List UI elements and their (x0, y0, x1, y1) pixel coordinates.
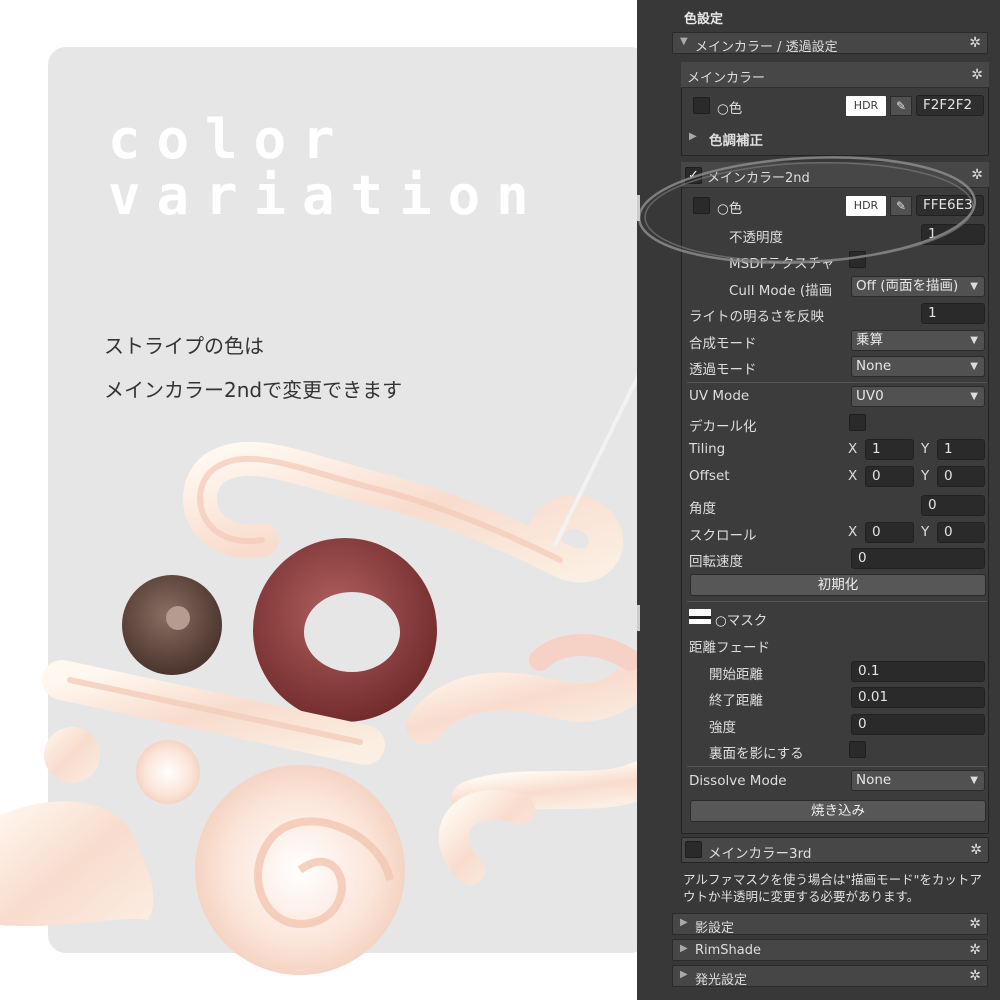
tiling-y-label: Y (921, 441, 930, 457)
alpha-mode-label: 透過モード (689, 362, 757, 378)
tiling-x-input[interactable]: 1 (865, 439, 914, 460)
description-line2: メインカラー2ndで変更できます (104, 378, 403, 402)
fade-end-label: 終了距離 (709, 693, 763, 709)
chevron-down-icon: ▼ (970, 391, 978, 402)
foldout-shadow[interactable]: ▶ 影設定 ✲ (672, 913, 988, 936)
hero-title-line1: color (108, 108, 351, 171)
scroll-x-input[interactable]: 0 (865, 522, 914, 543)
divider (687, 601, 987, 602)
offset-y-input[interactable]: 0 (937, 466, 985, 487)
offset-label: Offset (689, 468, 730, 484)
gear-icon[interactable]: ✲ (971, 67, 983, 83)
backface-shadow-checkbox[interactable] (849, 741, 866, 758)
light-brightness-label: ライトの明るさを反映 (689, 309, 824, 325)
main-color-hex[interactable]: F2F2F2 (916, 95, 984, 116)
foldout-rimshade[interactable]: ▶ RimShade ✲ (672, 939, 988, 961)
decal-label: デカール化 (689, 419, 757, 435)
scrollbar-handle[interactable] (637, 195, 640, 221)
cream-ribbon-right (406, 651, 640, 744)
main-color-texture-slot[interactable] (693, 97, 710, 114)
uv-mode-label: UV Mode (689, 388, 750, 404)
fade-start-label: 開始距離 (709, 667, 763, 683)
dissolve-mode-label: Dissolve Mode (689, 773, 787, 789)
backface-shadow-label: 裏面を影にする (709, 746, 804, 762)
cream-drop-1 (44, 727, 100, 783)
uv-mode-dropdown[interactable]: UV0 ▼ (851, 386, 985, 407)
offset-x-label: X (848, 468, 858, 484)
divider (687, 382, 987, 383)
description-line1: ストライプの色は (104, 334, 264, 358)
offset-x-input[interactable]: 0 (865, 466, 914, 487)
angle-input[interactable]: 0 (921, 495, 985, 516)
fold-arrow-right-icon: ▶ (680, 943, 688, 954)
chevron-down-icon: ▼ (970, 775, 978, 786)
gear-icon[interactable]: ✲ (970, 842, 982, 858)
chevron-down-icon: ▼ (970, 361, 978, 372)
gear-icon[interactable]: ✲ (969, 35, 981, 51)
alpha-mode-dropdown[interactable]: None ▼ (851, 356, 985, 377)
blend-mode-dropdown[interactable]: 乗算 ▼ (851, 330, 985, 351)
gear-icon[interactable]: ✲ (969, 916, 981, 932)
dissolve-mode-dropdown[interactable]: None ▼ (851, 770, 985, 791)
description: ストライプの色は メインカラー2ndで変更できます (104, 324, 402, 412)
cull-mode-label: Cull Mode (描画 (729, 283, 833, 299)
decal-checkbox[interactable] (849, 414, 866, 431)
main-color-3rd-checkbox[interactable] (685, 841, 702, 858)
main-color-header: メインカラー ✲ (681, 62, 989, 88)
highlight-scribble-circle (637, 156, 977, 264)
rotation-speed-label: 回転速度 (689, 554, 743, 570)
distance-fade-label: 距離フェード (689, 640, 770, 656)
scrollbar-handle[interactable] (637, 605, 640, 631)
foldout-main-color-alpha[interactable]: ▼ メインカラー / 透過設定 ✲ (672, 32, 988, 55)
eyedropper-icon[interactable]: ✎ (890, 96, 912, 116)
divider (687, 766, 987, 767)
alpha-mask-note: アルファマスクを使う場合は"描画モード"をカットアウトか半透明に変更する必要があ… (683, 872, 982, 904)
mask-texture-icon[interactable] (689, 609, 711, 624)
gear-icon[interactable]: ✲ (969, 942, 981, 958)
cream-drop-2 (136, 740, 200, 804)
strength-label: 強度 (709, 720, 736, 736)
hero-title: color variation (108, 112, 545, 224)
main-color-color-label: ○色 (717, 101, 743, 117)
main-color-3rd-header: メインカラー3rd ✲ (681, 837, 989, 863)
section-title-color-settings: 色設定 (684, 12, 724, 27)
light-brightness-input[interactable]: 1 (921, 303, 985, 324)
inspector-panel: 色設定 ▼ メインカラー / 透過設定 ✲ メインカラー ✲ ○色 HDR ✎ … (637, 0, 1000, 1000)
foldout-emission[interactable]: ▶ 発光設定 ✲ (672, 965, 988, 988)
rotation-speed-input[interactable]: 0 (851, 548, 985, 569)
fold-arrow-down-icon: ▼ (680, 36, 688, 47)
tiling-x-label: X (848, 441, 858, 457)
hdr-badge[interactable]: HDR (846, 96, 886, 116)
fold-arrow-right-icon: ▶ (680, 917, 688, 928)
offset-y-label: Y (921, 468, 930, 484)
scroll-x-label: X (848, 524, 858, 540)
fold-arrow-right-icon: ▶ (680, 969, 688, 980)
hero-title-line2: variation (108, 164, 545, 227)
tiling-label: Tiling (689, 441, 726, 457)
meringue-tip (0, 801, 154, 927)
chevron-down-icon: ▼ (970, 335, 978, 346)
angle-label: 角度 (689, 501, 716, 517)
scroll-y-input[interactable]: 0 (937, 522, 985, 543)
blend-mode-label: 合成モード (689, 336, 757, 352)
gear-icon[interactable]: ✲ (969, 968, 981, 984)
scroll-label: スクロール (689, 528, 757, 544)
tiling-y-input[interactable]: 1 (937, 439, 985, 460)
scroll-y-label: Y (921, 524, 930, 540)
mask-label: ○マスク (715, 613, 768, 629)
initialize-button[interactable]: 初期化 (690, 574, 986, 596)
fade-start-input[interactable]: 0.1 (851, 661, 985, 682)
bake-button[interactable]: 焼き込み (690, 800, 986, 822)
fade-end-input[interactable]: 0.01 (851, 687, 985, 708)
strength-input[interactable]: 0 (851, 714, 985, 735)
